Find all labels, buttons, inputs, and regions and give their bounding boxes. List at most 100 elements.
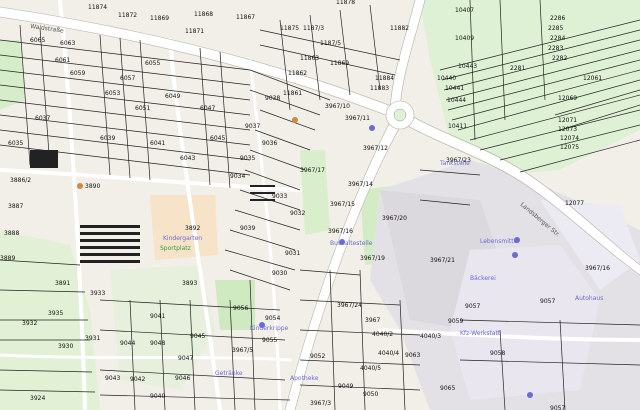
poi-label[interactable]: Kfz-Werkstatt	[460, 330, 501, 337]
parcel-label: 12075	[560, 144, 579, 151]
parcel-label: 9044	[120, 340, 135, 347]
parcel-label: 6065	[30, 37, 45, 44]
parcel-label: 3967/19	[360, 255, 385, 262]
parcel-label: 12069	[558, 95, 577, 102]
parcel-label: 9038	[265, 95, 280, 102]
parcel-label: 3889	[0, 255, 15, 262]
parcel-label: 11869	[150, 15, 169, 22]
poi-label[interactable]: Sportplatz	[160, 245, 191, 252]
parcel-label: 6059	[70, 70, 85, 77]
parcel-label: 9049	[338, 383, 353, 390]
poi-label[interactable]: Apotheke	[290, 375, 319, 382]
parcel-label: 3890	[85, 183, 100, 190]
parcel-label: 9054	[265, 315, 280, 322]
parcel-label: 11863	[300, 55, 319, 62]
parcel-label: 6061	[55, 57, 70, 64]
parcel-label: 10440	[437, 75, 456, 82]
parcel-label: 2281	[510, 65, 525, 72]
parcel-label: 9046	[175, 375, 190, 382]
parcel-label: 2285	[548, 25, 563, 32]
parcel-label: 3967/5	[232, 347, 253, 354]
parcel-label: 2282	[552, 55, 567, 62]
poi-label[interactable]: Kinderkrippe	[250, 325, 289, 332]
parcel-label: 9052	[310, 353, 325, 360]
parcel-label: 11869	[330, 60, 349, 67]
parcel-label: 11872	[118, 12, 137, 19]
parcel-label: 9039	[240, 225, 255, 232]
parcel-label: 10407	[455, 7, 474, 14]
poi-label[interactable]: Getränke	[215, 370, 243, 377]
parcel-label: 9058	[490, 350, 505, 357]
parcel-label: 6039	[100, 135, 115, 142]
parcel-label: 9037	[245, 123, 260, 130]
parcel-label: 9041	[150, 313, 165, 320]
parcel-label: 9048	[150, 340, 165, 347]
parcel-label: 11862	[288, 70, 307, 77]
parcel-label: 4040/3	[420, 333, 441, 340]
parcel-label: 11874	[88, 4, 107, 11]
parcel-label: 6045	[210, 135, 225, 142]
parcel-label: 3967/11	[345, 115, 370, 122]
parcel-label: 3891	[55, 280, 70, 287]
parcel-label: 3967	[365, 317, 380, 324]
parcel-label: 9056	[233, 305, 248, 312]
poi-label[interactable]: Bushaltestelle	[330, 240, 373, 247]
parcel-label: 3967/15	[330, 201, 355, 208]
parcel-label: 3893	[182, 280, 197, 287]
parcel-label: 11884	[375, 75, 394, 82]
parcel-label: 6047	[200, 105, 215, 112]
parcel-label: 11878	[336, 0, 355, 6]
parcel-label: 12074	[560, 135, 579, 142]
parcel-label: 3932	[22, 320, 37, 327]
poi-label[interactable]: Bäckerei	[470, 275, 496, 282]
parcel-label: 9040	[150, 393, 165, 400]
parcel-label: 3924	[30, 395, 45, 402]
parcel-label: 6051	[135, 105, 150, 112]
parcel-label: 6063	[60, 40, 75, 47]
parcel-label: 9057	[465, 303, 480, 310]
parcel-label: 9030	[272, 270, 287, 277]
parcel-label: 9047	[178, 355, 193, 362]
parcel-label: 11861	[283, 90, 302, 97]
parcel-label: 9036	[262, 140, 277, 147]
parcel-label: 3886/2	[10, 177, 31, 184]
parcel-label: 11868	[194, 11, 213, 18]
cadastral-map[interactable]: Waldstraße Landsberger Str. Kindergarten…	[0, 0, 640, 410]
parcel-label: 9055	[262, 337, 277, 344]
parcel-label: 9063	[405, 352, 420, 359]
parcel-label: 6049	[165, 93, 180, 100]
parcel-label: 9034	[230, 173, 245, 180]
parcel-label: 4040/2	[372, 331, 393, 338]
parcel-label: 3892	[185, 225, 200, 232]
parcel-label: 10409	[455, 35, 474, 42]
parcel-label: 11883	[370, 85, 389, 92]
parcel-label: 9057	[540, 298, 555, 305]
parcel-label: 3967/16	[585, 265, 610, 272]
parcel-label: 3887	[8, 203, 23, 210]
parcel-label: 3967/12	[363, 145, 388, 152]
poi-label[interactable]: Kindergarten	[163, 235, 202, 242]
parcel-label: 11871	[185, 28, 204, 35]
parcel-label: 6037	[35, 115, 50, 122]
parcel-label: 6053	[105, 90, 120, 97]
parcel-label: 6041	[150, 140, 165, 147]
parcel-label: 3967/23	[446, 157, 471, 164]
parcel-label: 3888	[4, 230, 19, 237]
parcel-label: 10443	[458, 63, 477, 70]
parcel-label: 9045	[190, 333, 205, 340]
parcel-label: 4040/4	[378, 350, 399, 357]
parcel-label: 9035	[240, 155, 255, 162]
parcel-label: 12071	[558, 117, 577, 124]
parcel-label: 3967/14	[348, 181, 373, 188]
poi-label[interactable]: Autohaus	[575, 295, 603, 302]
parcel-label: 9065	[440, 385, 455, 392]
parcel-label: 3967/10	[325, 103, 350, 110]
parcel-label: 10411	[448, 123, 467, 130]
parcel-label: 12073	[558, 126, 577, 133]
parcel-label: 9042	[130, 376, 145, 383]
parcel-label: 2284	[550, 35, 565, 42]
poi-label[interactable]: Lebensmittel	[480, 238, 519, 245]
parcel-label: 9059	[448, 318, 463, 325]
parcel-label: 4040/5	[360, 365, 381, 372]
parcel-label: 1187/3	[303, 25, 324, 32]
